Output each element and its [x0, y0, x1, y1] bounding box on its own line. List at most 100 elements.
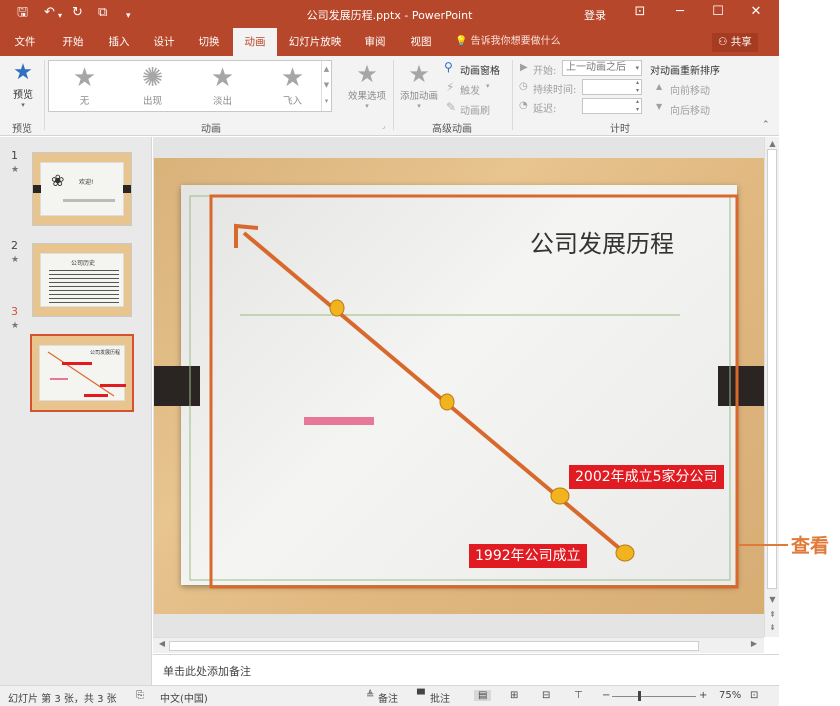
dialog-launcher-icon[interactable]: ⌟	[382, 122, 385, 130]
duration-label: 持续时间:	[533, 85, 577, 96]
preview-button[interactable]: ★ 预览 ▾	[6, 60, 40, 112]
zoom-level[interactable]: 75%	[719, 690, 741, 701]
tab-transitions[interactable]: 切换	[190, 28, 228, 56]
move-backward-button[interactable]: 向后移动	[670, 102, 710, 117]
add-animation-icon: ★	[408, 60, 430, 88]
animation-gallery[interactable]: ★ 无 ✺ 出现 ★ 淡出 ★ 飞入 ▲ ▼ ▾	[48, 60, 332, 112]
animation-painter-icon: ✎	[446, 100, 457, 114]
reorder-title: 对动画重新排序	[650, 66, 720, 77]
tab-design[interactable]: 设计	[145, 28, 183, 56]
spinner-icon[interactable]: ▴ ▾	[636, 79, 639, 95]
slide-thumb-1[interactable]: ❀ 欢迎!	[32, 152, 132, 226]
page-margin	[779, 0, 840, 706]
delay-label: 延迟:	[533, 104, 557, 115]
tell-me-box[interactable]: 💡 告诉我你想要做什么	[455, 28, 561, 56]
collapse-ribbon-icon[interactable]: ⌃	[762, 120, 770, 130]
animation-pane-icon: ⚲	[444, 60, 453, 74]
tab-view[interactable]: 视图	[402, 28, 440, 56]
tab-review[interactable]: 审阅	[356, 28, 394, 56]
scroll-right-icon[interactable]: ▶	[747, 639, 761, 648]
burst-star-icon: ✺	[141, 63, 164, 93]
start-label: 开始:	[533, 66, 557, 77]
notes-placeholder: 单击此处添加备注	[163, 665, 251, 678]
scroll-left-icon[interactable]: ◀	[155, 639, 169, 648]
animation-label: 淡出	[212, 96, 232, 107]
thumb-paper: 公司发展历程	[39, 345, 126, 401]
chevron-down-icon: ▾	[365, 102, 369, 110]
zoom-out-icon[interactable]: −	[602, 690, 610, 701]
thumb-animation-star-icon: ★	[11, 255, 20, 265]
slideshow-view-icon[interactable]: ⊤	[574, 690, 583, 701]
preview-star-icon: ★	[13, 60, 33, 85]
group-label-animation: 动画	[201, 124, 221, 135]
tab-animations[interactable]: 动画	[233, 28, 277, 56]
share-button[interactable]: ⚇ 共享	[712, 33, 758, 52]
zoom-slider-thumb[interactable]	[638, 691, 641, 701]
move-backward-icon: ▼	[656, 102, 663, 111]
ribbon-display-icon[interactable]: ⊡	[625, 4, 655, 19]
scrollbar-thumb[interactable]	[169, 641, 699, 651]
effect-options-label: 效果选项	[347, 91, 386, 102]
scroll-down-icon[interactable]: ▼	[765, 595, 780, 604]
maximize-icon[interactable]: ☐	[703, 4, 733, 19]
start-select[interactable]: 上一动画之后 ▾	[562, 60, 642, 76]
zoom-slider[interactable]	[612, 691, 696, 701]
fit-slide-icon[interactable]: ⊡	[750, 690, 758, 701]
language-indicator[interactable]: 中文(中国)	[160, 690, 208, 705]
delay-input[interactable]: ▴ ▾	[582, 98, 642, 114]
animation-pane-button[interactable]: 动画窗格	[460, 62, 500, 77]
thumb-number: 2	[11, 239, 18, 252]
tab-slideshow[interactable]: 幻灯片放映	[282, 28, 348, 56]
minimize-icon[interactable]: ─	[665, 4, 695, 19]
duration-input[interactable]: ▴ ▾	[582, 79, 642, 95]
spellcheck-icon[interactable]: ⎘	[136, 690, 144, 701]
lightbulb-icon: 💡	[455, 36, 468, 47]
login-link[interactable]: 登录	[584, 7, 606, 23]
chevron-down-icon: ▾	[417, 102, 421, 110]
share-label: 共享	[730, 36, 752, 48]
reading-view-icon[interactable]: ⊟	[542, 690, 550, 701]
add-animation-button[interactable]: ★ 添加动画 ▾	[397, 60, 441, 110]
normal-view-icon[interactable]: ▤	[474, 690, 492, 701]
comments-button[interactable]: 批注	[430, 690, 450, 705]
tab-file[interactable]: 文件	[6, 28, 44, 56]
notes-toggle-button[interactable]: 备注	[378, 690, 398, 705]
slide-thumb-3[interactable]: 公司发展历程	[30, 334, 134, 412]
scroll-up-icon[interactable]: ▲	[765, 139, 780, 148]
tab-insert[interactable]: 插入	[100, 28, 138, 56]
slide-title[interactable]: 公司发展历程	[530, 224, 674, 259]
zoom-in-icon[interactable]: +	[699, 690, 707, 701]
next-slide-icon[interactable]: ⇟	[765, 623, 780, 632]
animation-none[interactable]: ★ 无	[57, 63, 112, 109]
slide-count-info: 幻灯片 第 3 张，共 3 张	[8, 694, 117, 705]
scrollbar-thumb[interactable]	[767, 149, 777, 589]
gallery-scroll[interactable]: ▲ ▼ ▾	[321, 61, 331, 111]
slide-sorter-icon[interactable]: ⊞	[510, 690, 518, 701]
slide-thumb-2[interactable]: 公司历史	[32, 243, 132, 317]
pink-text-placeholder[interactable]	[304, 417, 374, 425]
effect-options-button[interactable]: ★ 效果选项 ▾	[344, 60, 390, 110]
horizontal-scrollbar[interactable]: ◀ ▶	[153, 637, 764, 653]
tab-home[interactable]: 开始	[54, 28, 92, 56]
notes-pane[interactable]: 单击此处添加备注	[153, 654, 779, 685]
delay-clock-icon: ◔	[519, 100, 528, 111]
animation-appear[interactable]: ✺ 出现	[125, 63, 180, 109]
vertical-scrollbar[interactable]: ▲ ▼ ⇞ ⇟	[764, 137, 779, 637]
effect-star-icon: ★	[356, 60, 378, 88]
prev-slide-icon[interactable]: ⇞	[765, 610, 780, 619]
label-1992[interactable]: 1992年公司成立	[469, 544, 587, 568]
spinner-icon[interactable]: ▴ ▾	[636, 98, 639, 114]
scroll-down-icon[interactable]: ▼	[322, 77, 331, 93]
group-divider	[512, 60, 513, 130]
animation-painter-button[interactable]: 动画刷	[460, 102, 490, 117]
animation-fade[interactable]: ★ 淡出	[195, 63, 250, 109]
scroll-up-icon[interactable]: ▲	[322, 61, 331, 77]
move-forward-button[interactable]: 向前移动	[670, 82, 710, 97]
group-label-advanced: 高级动画	[432, 124, 472, 135]
gallery-more-icon[interactable]: ▾	[322, 93, 331, 109]
close-icon[interactable]: ✕	[741, 4, 771, 19]
animation-fly-in[interactable]: ★ 飞入	[265, 63, 320, 109]
trigger-button[interactable]: 触发	[460, 82, 480, 97]
thumb-text: 公司历史	[71, 260, 96, 267]
label-2002[interactable]: 2002年成立5家分公司	[569, 465, 724, 489]
